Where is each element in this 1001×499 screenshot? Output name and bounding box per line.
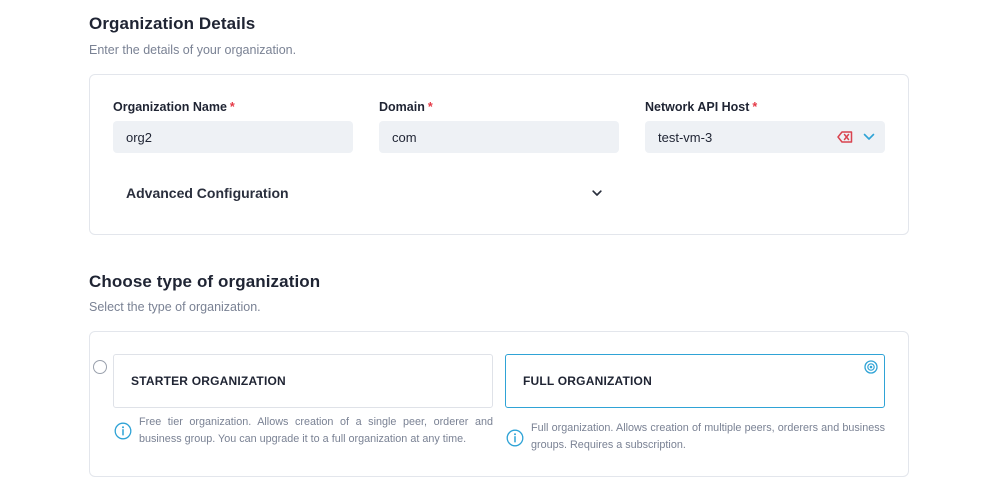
org-type-title: Choose type of organization	[89, 272, 321, 291]
domain-input[interactable]: com	[379, 121, 619, 153]
full-organization-label: FULL ORGANIZATION	[523, 374, 652, 388]
org-type-subtitle: Select the type of organization.	[89, 300, 261, 314]
chevron-down-icon	[592, 189, 602, 197]
advanced-configuration-label: Advanced Configuration	[126, 185, 289, 201]
advanced-configuration-toggle[interactable]: Advanced Configuration	[126, 185, 606, 201]
network-api-host-label: Network API Host *	[645, 100, 758, 114]
selected-radio-icon[interactable]	[864, 360, 878, 374]
starter-organization-option[interactable]: STARTER ORGANIZATION	[113, 354, 493, 408]
network-api-host-select[interactable]: test-vm-3	[645, 121, 885, 153]
org-details-title: Organization Details	[89, 14, 256, 33]
required-marker: *	[752, 100, 758, 114]
starter-organization-label: STARTER ORGANIZATION	[131, 374, 286, 388]
org-details-card: Organization Name * org2 Domain * com Netw…	[89, 74, 909, 235]
domain-value: com	[392, 129, 417, 145]
org-name-label: Organization Name *	[113, 100, 235, 114]
starter-organization-description: Free tier organization. Allows creation …	[139, 416, 493, 445]
org-name-input[interactable]: org2	[113, 121, 353, 153]
full-organization-option[interactable]: FULL ORGANIZATION	[505, 354, 885, 408]
clear-backspace-icon[interactable]	[837, 131, 853, 143]
network-api-host-value: test-vm-3	[658, 129, 713, 145]
starter-radio[interactable]	[93, 360, 107, 374]
domain-label: Domain *	[379, 100, 433, 114]
info-icon	[114, 422, 132, 440]
org-details-subtitle: Enter the details of your organization.	[89, 43, 297, 57]
org-type-card: STARTER ORGANIZATION Free tier organizat…	[89, 331, 909, 477]
info-icon	[506, 429, 524, 447]
full-organization-description: Full organization. Allows creation of mu…	[531, 422, 885, 451]
org-name-value: org2	[126, 129, 153, 145]
chevron-down-icon[interactable]	[863, 133, 875, 141]
required-marker: *	[229, 100, 235, 114]
required-marker: *	[427, 100, 433, 114]
